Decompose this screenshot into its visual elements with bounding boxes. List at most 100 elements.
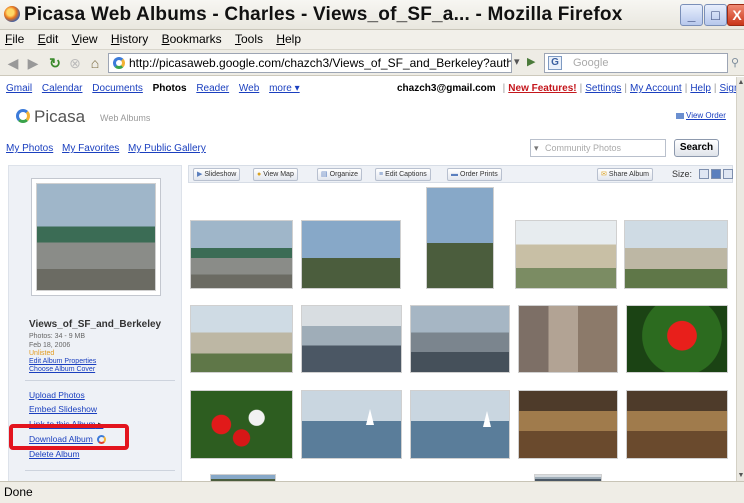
album-title: Views_of_SF_and_Berkeley (29, 319, 162, 330)
home-icon[interactable]: ⌂ (86, 54, 104, 72)
search-bar[interactable]: G Google (544, 53, 728, 73)
page-scrollbar[interactable]: ▲ ▼ (736, 77, 744, 481)
photo-thumbnail[interactable] (515, 220, 617, 289)
forward-arrow-icon[interactable]: ▶ (24, 54, 42, 72)
photo-thumbnail[interactable] (190, 220, 293, 289)
organize-button[interactable]: ▤ Organize (317, 168, 363, 181)
gbar-link-gmail[interactable]: Gmail (6, 83, 32, 94)
view-order-icon (676, 112, 684, 119)
gbar-current-photos: Photos (152, 83, 187, 94)
captions-icon: ≡ (379, 171, 384, 178)
my-photos-link[interactable]: My Photos (6, 143, 53, 154)
photo-thumbnail[interactable] (410, 305, 510, 373)
photo-thumbnail[interactable] (518, 390, 618, 459)
maximize-button[interactable]: □ (704, 4, 727, 26)
album-cover-image[interactable] (36, 183, 156, 291)
album-cover-frame[interactable] (31, 178, 161, 296)
edit-captions-button[interactable]: ≡ Edit Captions (375, 168, 431, 181)
search-button[interactable]: Search (674, 139, 719, 157)
photo-thumbnail[interactable] (190, 305, 293, 373)
gbar-link-web[interactable]: Web (239, 83, 259, 94)
album-meta: Photos: 34 - 9 MB Feb 18, 2006 (29, 332, 85, 350)
minimize-button[interactable]: _ (680, 4, 703, 26)
url-bar[interactable]: http://picasaweb.google.com/chazch3/View… (108, 53, 512, 73)
photo-thumbnail[interactable] (410, 390, 510, 459)
firefox-icon (4, 6, 20, 22)
gbar-more-link[interactable]: more ▾ (269, 83, 300, 94)
user-email: chazch3@gmail.com (397, 83, 496, 94)
stop-icon[interactable]: ⊗ (66, 54, 84, 72)
scroll-up-arrow-icon[interactable]: ▲ (737, 79, 744, 86)
gbar-link-documents[interactable]: Documents (92, 83, 143, 94)
menu-bookmarks[interactable]: Bookmarks (157, 30, 227, 46)
status-bar: Done (0, 481, 744, 503)
size-large-icon[interactable] (723, 169, 733, 179)
photo-thumbnail[interactable] (624, 220, 728, 289)
menu-file[interactable]: File (0, 30, 29, 46)
share-album-button[interactable]: ✉ Share Album (597, 168, 653, 181)
scroll-down-arrow-icon[interactable]: ▼ (737, 472, 744, 479)
menu-history[interactable]: History (106, 30, 153, 46)
my-account-link[interactable]: My Account (630, 83, 682, 94)
photo-thumbnail[interactable] (301, 305, 402, 373)
map-icon: ● (257, 171, 262, 178)
photo-thumbnail[interactable] (518, 305, 618, 373)
sidebar-divider (25, 380, 175, 381)
logo-name: Picasa (34, 107, 86, 126)
upload-photos-link[interactable]: Upload Photos (29, 390, 85, 400)
web-page: Gmail Calendar Documents Photos Reader W… (0, 77, 736, 481)
community-photos-search-input[interactable]: Community Photos (530, 139, 666, 157)
search-placeholder: Google (573, 57, 609, 69)
album-toolbar: ▶ Slideshow ● View Map ▤ Organize ≡ Edit Cap… (188, 165, 733, 183)
my-favorites-link[interactable]: My Favorites (62, 143, 119, 154)
photo-thumbnail[interactable] (301, 390, 402, 459)
photo-thumbnail[interactable] (190, 390, 293, 459)
photo-thumbnail[interactable] (534, 474, 602, 481)
photo-thumbnail[interactable] (210, 474, 276, 481)
album-photo-count: Photos: 34 - 9 MB (29, 333, 86, 340)
menu-edit[interactable]: Edit (33, 30, 64, 46)
menu-view[interactable]: View (67, 30, 103, 46)
menu-tools[interactable]: Tools (230, 30, 268, 46)
photo-thumbnail[interactable] (301, 220, 401, 289)
share-icon: ✉ (601, 171, 607, 178)
search-magnifier-icon[interactable]: ⚲ (731, 56, 743, 70)
site-favicon-icon (113, 57, 125, 69)
google-search-engine-icon[interactable]: G (548, 56, 562, 70)
embed-slideshow-link[interactable]: Embed Slideshow (29, 404, 97, 414)
slideshow-button[interactable]: ▶ Slideshow (193, 168, 241, 181)
back-arrow-icon[interactable]: ◀ (4, 54, 22, 72)
window-title: Picasa Web Albums - Charles - Views_of_S… (24, 4, 623, 25)
view-map-button[interactable]: ● View Map (253, 168, 298, 181)
menu-bar: File Edit View History Bookmarks Tools H… (0, 30, 744, 50)
album-nav-links: My Photos My Favorites My Public Gallery (6, 143, 212, 154)
settings-link[interactable]: Settings (585, 83, 621, 94)
photo-thumbnail[interactable] (626, 390, 728, 459)
size-small-icon[interactable] (699, 169, 709, 179)
close-button[interactable]: X (727, 4, 744, 26)
url-dropdown-icon[interactable]: ▾ (514, 55, 526, 71)
gbar-link-calendar[interactable]: Calendar (42, 83, 83, 94)
menu-help[interactable]: Help (271, 30, 306, 46)
gbar-link-reader[interactable]: Reader (196, 83, 229, 94)
logo-subtitle: Web Albums (100, 113, 151, 123)
size-medium-icon[interactable] (711, 169, 721, 179)
album-date: Feb 18, 2006 (29, 342, 71, 349)
new-features-link[interactable]: New Features! (508, 83, 576, 94)
help-link[interactable]: Help (690, 83, 711, 94)
choose-album-cover-link[interactable]: Choose Album Cover (29, 366, 95, 373)
view-order-link[interactable]: View Order (676, 111, 726, 120)
go-arrow-icon[interactable]: ▶ (527, 55, 539, 71)
my-public-gallery-link[interactable]: My Public Gallery (128, 143, 206, 154)
order-prints-button[interactable]: ▬ Order Prints (447, 168, 502, 181)
sign-out-link[interactable]: Sign Out (720, 83, 737, 94)
album-visibility: Unlisted (29, 350, 55, 357)
photo-thumbnail[interactable] (426, 187, 494, 289)
delete-album-link[interactable]: Delete Album (29, 449, 80, 459)
reload-icon[interactable]: ↻ (46, 54, 64, 72)
photo-thumbnail[interactable] (626, 305, 728, 373)
sidebar-divider (25, 470, 175, 471)
status-text: Done (4, 485, 33, 499)
edit-album-properties-link[interactable]: Edit Album Properties (29, 358, 96, 365)
play-icon: ▶ (197, 171, 203, 178)
